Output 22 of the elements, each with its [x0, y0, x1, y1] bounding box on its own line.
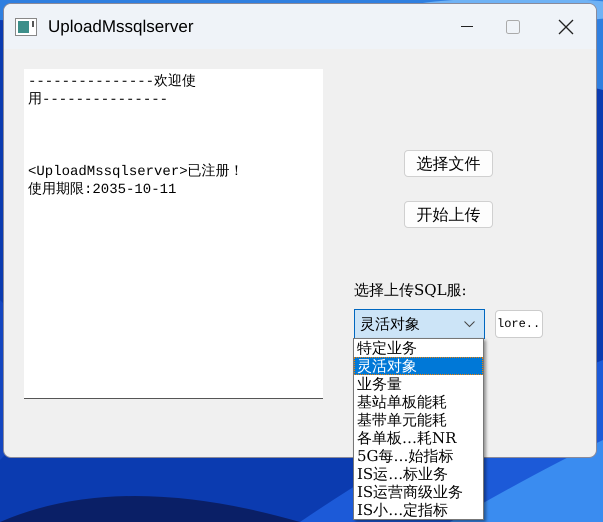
- dropdown-option[interactable]: 基带单元能耗: [354, 411, 483, 429]
- dropdown-option[interactable]: IS小…定指标: [354, 501, 483, 519]
- log-line: <UploadMssqlserver>已注册！: [28, 163, 244, 181]
- window-title: UploadMssqlserver: [48, 16, 194, 38]
- log-line: ---------------欢迎使: [28, 73, 196, 91]
- action-button[interactable]: 选择文件: [404, 150, 493, 177]
- log-line: 使用期限:2035-10-11: [28, 181, 176, 199]
- action-button[interactable]: 开始上传: [404, 201, 493, 228]
- dropdown-option[interactable]: 灵活对象: [354, 357, 483, 375]
- log-text-area[interactable]: ---------------欢迎使 用--------------- <UploadMssqlserver>已注册！ 使用期限:2035-10-11: [24, 69, 323, 399]
- server-combo-box[interactable]: 灵活对象: [354, 309, 485, 339]
- more-button[interactable]: lore..: [495, 310, 543, 338]
- combo-value: 灵活对象: [360, 314, 421, 335]
- dropdown-option[interactable]: 5G每…始指标: [354, 447, 483, 465]
- server-label: 选择上传SQL服:: [354, 280, 467, 301]
- log-line: 用---------------: [28, 91, 168, 109]
- dropdown-option[interactable]: 各单板…耗NR: [354, 429, 483, 447]
- dropdown-option[interactable]: IS运营商级业务: [354, 483, 483, 501]
- dropdown-option[interactable]: 基站单板能耗: [354, 393, 483, 411]
- dropdown-option[interactable]: 业务量: [354, 375, 483, 393]
- dropdown-option[interactable]: IS运…标业务: [354, 465, 483, 483]
- dropdown-option[interactable]: 特定业务: [354, 339, 483, 357]
